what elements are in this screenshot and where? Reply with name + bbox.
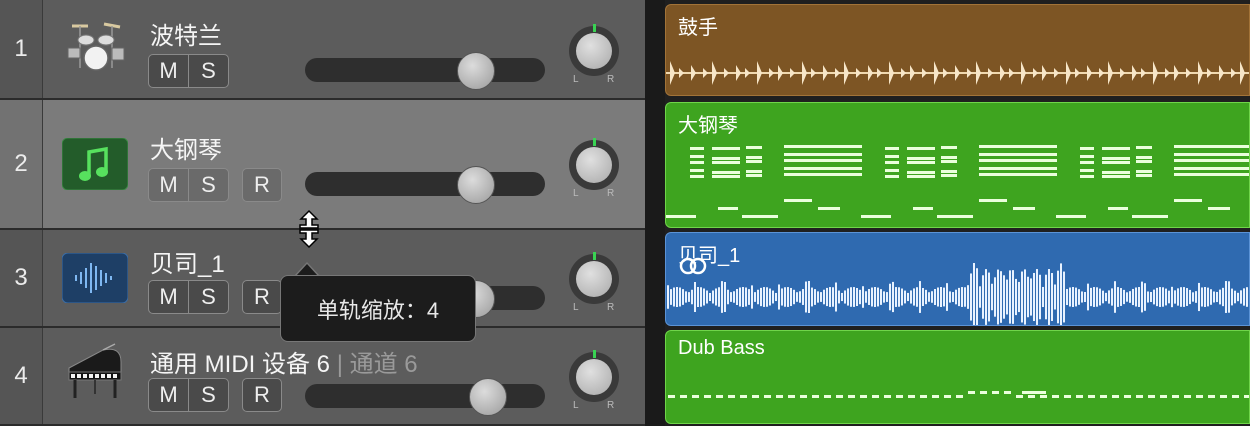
pan-left-label: L: [573, 400, 579, 411]
pan-right-label: R: [607, 188, 615, 199]
region-grand-piano[interactable]: 大钢琴: [665, 102, 1250, 228]
mute-button[interactable]: M: [148, 54, 189, 88]
track-name-separator: |: [336, 351, 350, 378]
volume-fader[interactable]: [305, 52, 545, 90]
pan-knob[interactable]: L R: [567, 350, 621, 411]
resize-vertical-icon: [296, 209, 322, 249]
solo-button[interactable]: S: [188, 280, 229, 314]
pan-knob[interactable]: L R: [567, 24, 621, 85]
region-dub-bass[interactable]: Dub Bass: [665, 330, 1250, 424]
solo-button[interactable]: S: [188, 378, 229, 412]
track-name[interactable]: 大钢琴: [150, 130, 222, 165]
track-number: 4: [0, 328, 43, 424]
solo-button[interactable]: S: [188, 54, 229, 88]
mute-button[interactable]: M: [148, 168, 189, 202]
pan-left-label: L: [573, 188, 579, 199]
pan-right-label: R: [607, 400, 615, 411]
volume-fader-knob[interactable]: [457, 166, 495, 204]
track-number: 1: [0, 0, 43, 98]
solo-button[interactable]: S: [188, 168, 229, 202]
pan-right-label: R: [607, 74, 615, 85]
record-enable-button[interactable]: R: [242, 280, 282, 314]
grand-piano-icon: [62, 343, 128, 400]
drum-kit-icon: [62, 18, 128, 74]
track-header-4[interactable]: 4 通用 MIDI 设备 6 | 通道 6 M S R L R: [0, 328, 645, 426]
music-note-icon: [62, 136, 128, 192]
region-drummer[interactable]: 鼓手: [665, 4, 1250, 96]
track-name[interactable]: 波特兰: [150, 16, 222, 51]
track-name-main: 通用 MIDI 设备 6: [150, 351, 331, 378]
mute-solo-group: M S: [148, 54, 229, 88]
pan-right-label: R: [607, 302, 615, 313]
volume-fader-knob[interactable]: [457, 52, 495, 90]
track-name[interactable]: 通用 MIDI 设备 6 | 通道 6: [150, 344, 418, 379]
pan-knob[interactable]: L R: [567, 138, 621, 199]
header-tracks-divider: [645, 0, 665, 426]
waveform-icon: [62, 250, 128, 306]
track-headers: 1 波特兰 M S L R 2 大钢琴 M S R L R 3 贝司_1 M S…: [0, 0, 645, 426]
volume-fader[interactable]: [305, 166, 545, 204]
record-enable-button[interactable]: R: [242, 168, 282, 202]
volume-fader-knob[interactable]: [469, 378, 507, 416]
track-header-2[interactable]: 2 大钢琴 M S R L R: [0, 100, 645, 230]
mute-solo-group: M S: [148, 378, 229, 412]
pan-left-label: L: [573, 302, 579, 313]
region-bass-audio[interactable]: 贝司_1: [665, 232, 1250, 326]
volume-fader[interactable]: [305, 378, 545, 416]
pan-dial-cap: [576, 359, 612, 395]
record-enable-button[interactable]: R: [242, 378, 282, 412]
drum-pattern: [666, 61, 1249, 85]
pan-indicator: [593, 138, 596, 146]
pan-left-label: L: [573, 74, 579, 85]
pan-dial-cap: [576, 261, 612, 297]
mute-button[interactable]: M: [148, 378, 189, 412]
track-name[interactable]: 贝司_1: [150, 244, 225, 279]
track-number: 3: [0, 230, 43, 326]
midi-notes: [668, 391, 1249, 398]
pan-dial-cap: [576, 147, 612, 183]
midi-notes: [666, 145, 1249, 218]
track-number: 2: [0, 100, 43, 228]
mute-button[interactable]: M: [148, 280, 189, 314]
mute-solo-group: M S: [148, 280, 229, 314]
pan-dial-cap: [576, 33, 612, 69]
track-zoom-tooltip: 单轨缩放：4: [280, 275, 476, 342]
pan-indicator: [593, 24, 596, 32]
pan-indicator: [593, 252, 596, 260]
mute-solo-group: M S: [148, 168, 229, 202]
pan-knob[interactable]: L R: [567, 252, 621, 313]
track-header-1[interactable]: 1 波特兰 M S L R: [0, 0, 645, 100]
audio-waveform: [667, 263, 1248, 325]
pan-indicator: [593, 350, 596, 358]
track-channel-label: 通道 6: [349, 351, 418, 378]
